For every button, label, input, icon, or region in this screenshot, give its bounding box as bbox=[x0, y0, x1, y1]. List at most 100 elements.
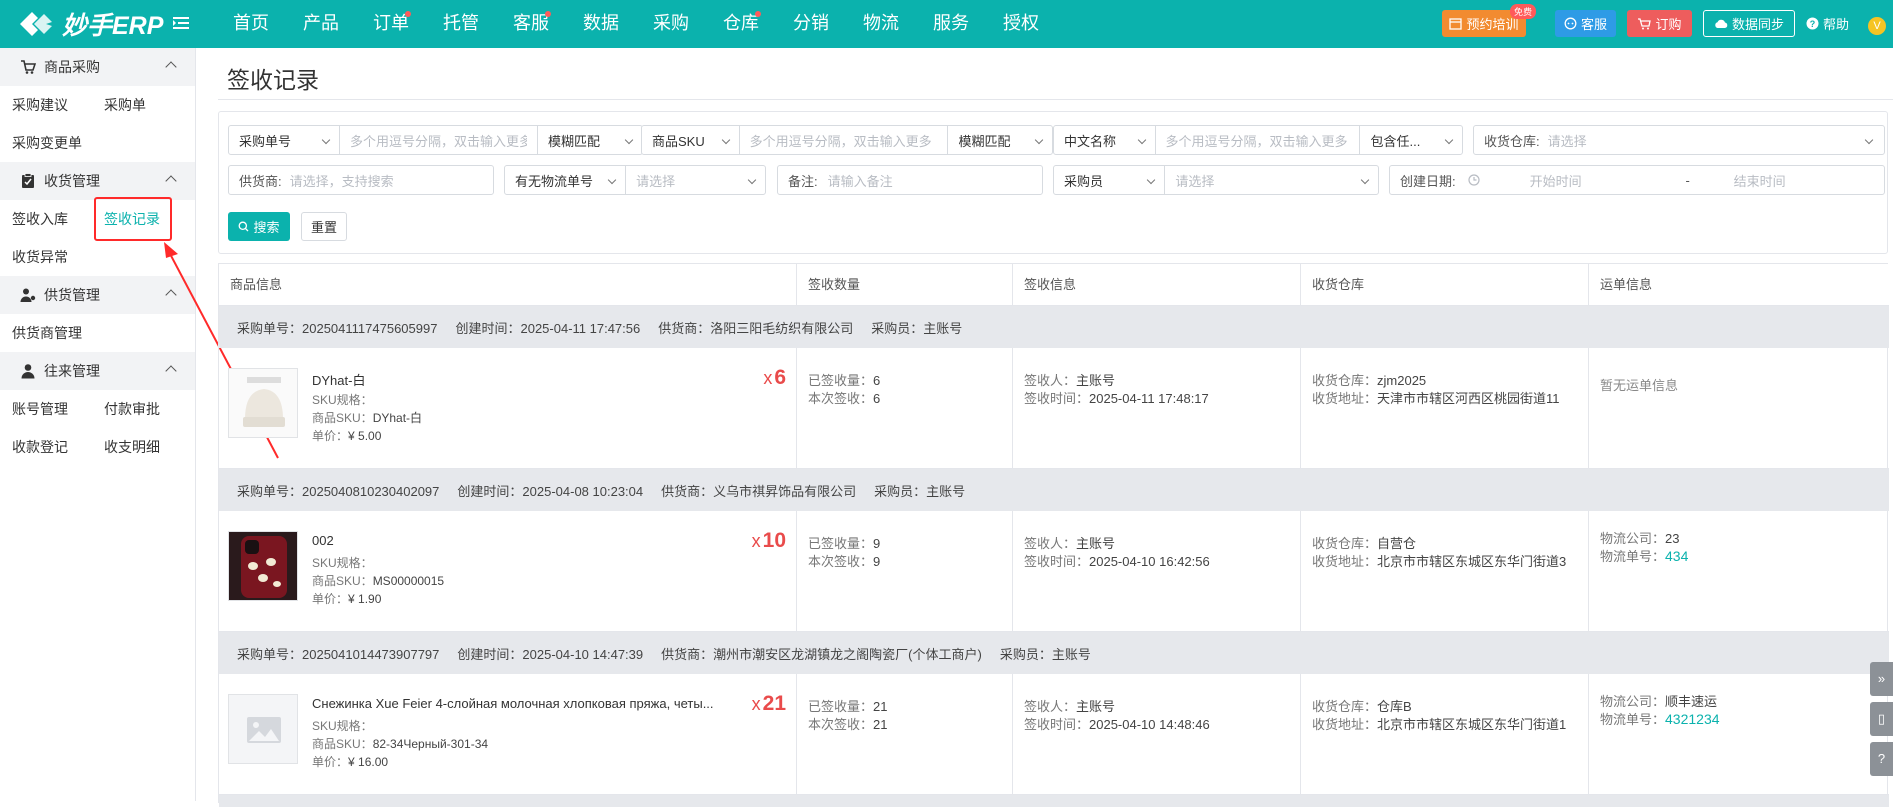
column-product-info: 商品信息 bbox=[219, 264, 797, 306]
chinese-name-match-select[interactable]: 包含任... bbox=[1360, 126, 1462, 154]
nav-warehouse[interactable]: 仓库 bbox=[706, 0, 776, 48]
notification-dot bbox=[755, 11, 761, 17]
data-sync-button[interactable]: 数据同步 bbox=[1703, 10, 1795, 37]
avatar[interactable]: V bbox=[1868, 17, 1886, 35]
cloud-icon bbox=[1715, 19, 1728, 28]
mobile-icon[interactable]: ▯ bbox=[1870, 702, 1893, 736]
clipboard-icon bbox=[22, 173, 34, 188]
product-name[interactable]: 002 bbox=[312, 533, 334, 548]
po-match-select[interactable]: 模糊匹配 bbox=[538, 126, 642, 154]
reset-button[interactable]: 重置 bbox=[301, 212, 347, 241]
tracking-value-select[interactable]: 请选择 bbox=[626, 166, 765, 194]
chevron-down-icon bbox=[321, 135, 331, 145]
unit-price: ¥ 5.00 bbox=[348, 429, 382, 443]
collapse-caret-icon bbox=[165, 61, 177, 73]
sidebar-item-receiving-exceptions[interactable]: 收货异常 bbox=[0, 247, 92, 267]
chevron-down-icon bbox=[607, 175, 617, 185]
receipt-records-table: 商品信息 签收数量 签收信息 收货仓库 运单信息 采购单号：2025041117… bbox=[218, 263, 1889, 807]
order-quantity: x6 bbox=[763, 366, 786, 389]
nav-hosting[interactable]: 托管 bbox=[426, 0, 496, 48]
buyer-select[interactable]: 采购员 bbox=[1054, 166, 1166, 194]
product-image[interactable] bbox=[228, 694, 298, 764]
svg-text:?: ? bbox=[1810, 19, 1816, 29]
nav-products[interactable]: 产品 bbox=[286, 0, 356, 48]
sidebar-item-supplier-management[interactable]: 供货商管理 bbox=[0, 323, 120, 343]
subscribe-button[interactable]: 订购 bbox=[1627, 10, 1692, 37]
buyer-filter: 采购员 请选择 bbox=[1053, 165, 1379, 195]
collapse-panel-icon[interactable]: » bbox=[1870, 662, 1893, 696]
product-image[interactable] bbox=[228, 531, 298, 601]
po-number-input[interactable]: 多个用逗号分隔，双击输入更多 bbox=[340, 126, 538, 154]
po-number-filter: 采购单号 多个用逗号分隔，双击输入更多 模糊匹配 bbox=[228, 125, 643, 155]
nav-authorization[interactable]: 授权 bbox=[986, 0, 1056, 48]
help-icon: ? bbox=[1806, 17, 1819, 30]
chevron-down-icon bbox=[721, 135, 730, 145]
table-header: 商品信息 签收数量 签收信息 收货仓库 运单信息 bbox=[219, 264, 1889, 306]
sku-select[interactable]: 商品SKU bbox=[642, 126, 740, 154]
nav-orders[interactable]: 订单 bbox=[356, 0, 426, 48]
sidebar-group-purchase[interactable]: 商品采购 bbox=[0, 48, 195, 86]
app-name: 妙手ERP bbox=[62, 12, 164, 40]
nav-home[interactable]: 首页 bbox=[216, 0, 286, 48]
search-button[interactable]: 搜索 bbox=[228, 212, 290, 241]
order-group-header bbox=[219, 795, 1889, 807]
sidebar-item-account-management[interactable]: 账号管理 bbox=[0, 399, 92, 419]
tracking-select[interactable]: 有无物流单号 bbox=[505, 166, 627, 194]
buyer-value-select[interactable]: 请选择 bbox=[1165, 166, 1378, 194]
nav-purchase[interactable]: 采购 bbox=[636, 0, 706, 48]
nav-data[interactable]: 数据 bbox=[566, 0, 636, 48]
page-title: 签收记录 bbox=[227, 67, 319, 93]
tracking-number-link[interactable]: 434 bbox=[1665, 548, 1688, 564]
cart-icon bbox=[21, 60, 36, 74]
app-logo[interactable]: 妙手ERP bbox=[16, 6, 163, 42]
top-bar: 妙手ERP 首页 产品 订单 托管 客服 数据 采购 仓库 分销 物流 服务 授… bbox=[0, 0, 1893, 48]
supplier-icon bbox=[20, 288, 36, 302]
sidebar-item-purchase-order[interactable]: 采购单 bbox=[92, 95, 184, 115]
column-receipt-info: 签收信息 bbox=[1013, 264, 1301, 306]
highlight-annotation-box bbox=[94, 197, 172, 241]
chinese-name-input[interactable]: 多个用逗号分隔，双击输入更多 bbox=[1156, 126, 1361, 154]
sku-match-select[interactable]: 模糊匹配 bbox=[948, 126, 1052, 154]
nav-services[interactable]: 服务 bbox=[916, 0, 986, 48]
po-number: 2025041117475605997 bbox=[302, 320, 438, 336]
sidebar-item-purchase-change[interactable]: 采购变更单 bbox=[0, 133, 120, 153]
nav-logistics[interactable]: 物流 bbox=[846, 0, 916, 48]
help-link[interactable]: ? 帮助 bbox=[1806, 14, 1849, 33]
remark-input[interactable]: 备注: 请输入备注 bbox=[777, 165, 1043, 195]
no-waybill-text: 暂无运单信息 bbox=[1600, 378, 1679, 393]
collapse-caret-icon bbox=[165, 175, 177, 187]
main-nav: 首页 产品 订单 托管 客服 数据 采购 仓库 分销 物流 服务 授权 bbox=[216, 0, 1056, 48]
order-group-header: 采购单号：2025041014473907797 创建时间：2025-04-10… bbox=[219, 632, 1889, 674]
product-image[interactable] bbox=[228, 368, 298, 438]
chevron-down-icon bbox=[747, 175, 757, 185]
order-group-header: 采购单号：2025040810230402097 创建时间：2025-04-08… bbox=[219, 469, 1889, 511]
question-icon[interactable]: ? bbox=[1870, 742, 1893, 776]
chinese-name-select[interactable]: 中文名称 bbox=[1054, 126, 1156, 154]
customer-service-button[interactable]: 客服 bbox=[1555, 10, 1616, 37]
column-received-qty: 签收数量 bbox=[797, 264, 1013, 306]
sidebar-item-receipt-registration[interactable]: 收款登记 bbox=[0, 437, 92, 457]
product-name[interactable]: Снежинка Xue Feier 4-слойная молочная хл… bbox=[312, 696, 714, 711]
po-number-select[interactable]: 采购单号 bbox=[229, 126, 340, 154]
sidebar-item-purchase-suggestion[interactable]: 采购建议 bbox=[0, 95, 92, 115]
menu-toggle-icon[interactable] bbox=[172, 14, 190, 32]
tracking-number-link[interactable]: 4321234 bbox=[1665, 711, 1720, 727]
notification-dot bbox=[545, 11, 551, 17]
product-sku: 82-34Черный-301-34 bbox=[372, 737, 489, 751]
hat-image bbox=[229, 369, 297, 437]
order-quantity: x10 bbox=[751, 529, 786, 552]
date-range-picker[interactable]: 创建日期: 开始时间 - 结束时间 bbox=[1389, 165, 1885, 195]
date-start: 开始时间 bbox=[1529, 173, 1582, 189]
sidebar-group-receiving[interactable]: 收货管理 bbox=[0, 162, 195, 200]
notification-dot bbox=[405, 11, 411, 17]
nav-customer-service[interactable]: 客服 bbox=[496, 0, 566, 48]
user-icon bbox=[21, 364, 35, 379]
sku-input[interactable]: 多个用逗号分隔，双击输入更多 bbox=[740, 126, 949, 154]
nav-distribution[interactable]: 分销 bbox=[776, 0, 846, 48]
warehouse-select[interactable]: 收货仓库: 请选择 bbox=[1473, 125, 1885, 155]
product-sku: DYhat-白 bbox=[372, 411, 423, 425]
product-name[interactable]: DYhat-白 bbox=[312, 370, 365, 389]
supplier-select[interactable]: 供货商: 请选择，支持搜索 bbox=[228, 165, 494, 195]
calendar-icon bbox=[1449, 18, 1463, 30]
sidebar-item-receive-stockin[interactable]: 签收入库 bbox=[0, 209, 92, 229]
